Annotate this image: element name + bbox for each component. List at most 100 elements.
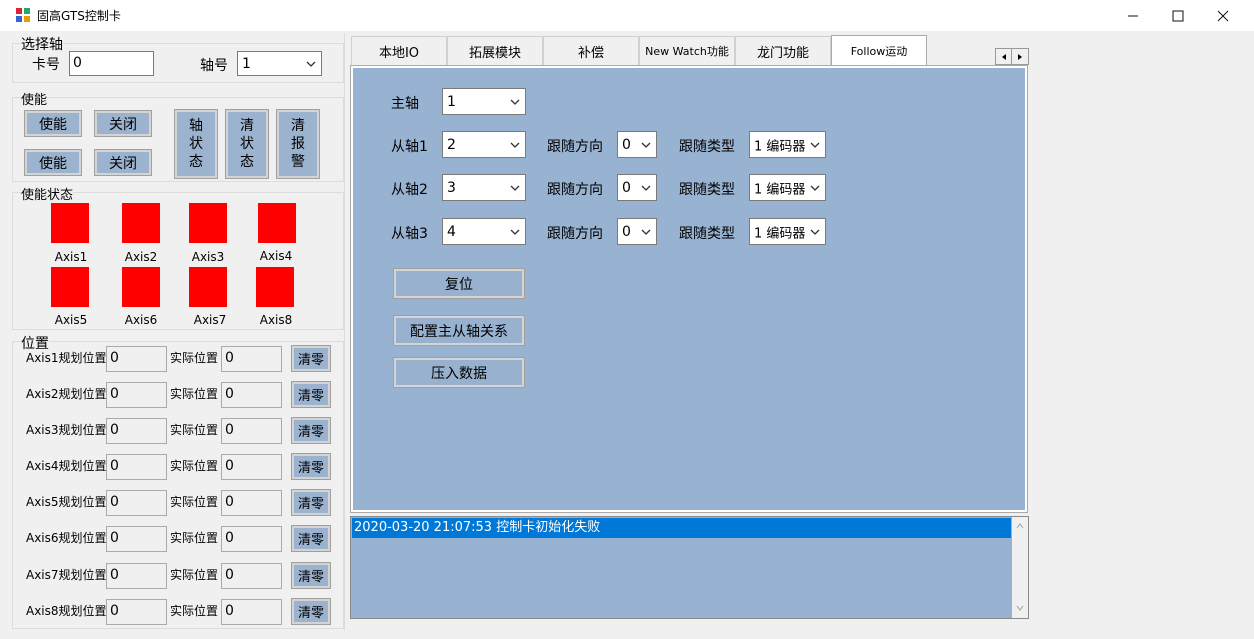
clear-status-char-3: 态	[240, 154, 254, 170]
chevron-down-icon	[810, 185, 820, 191]
axis2-status-indicator	[122, 203, 160, 243]
card-input[interactable]: 0	[69, 51, 154, 76]
axis8-clear-button[interactable]: 清零	[291, 598, 331, 625]
maximize-button[interactable]	[1155, 0, 1201, 31]
slave-axis1-type-select[interactable]: 1 编码器	[749, 131, 826, 158]
axis7-actual-position-field[interactable]: 0	[221, 563, 282, 589]
axis5-actual-position-field[interactable]: 0	[221, 490, 282, 516]
slave-axis3-direction-select[interactable]: 0	[617, 218, 657, 245]
slave-axis1-type-label: 跟随类型	[679, 139, 735, 155]
axis2-plan-position-field[interactable]: 0	[106, 382, 167, 408]
scroll-down-icon[interactable]	[1016, 605, 1024, 611]
axis3-plan-position-field[interactable]: 0	[106, 418, 167, 444]
axis5-actual-position-label: 实际位置	[170, 495, 219, 509]
minimize-button[interactable]	[1110, 0, 1156, 31]
enable-status-label: 使能状态	[21, 184, 74, 203]
axis6-status-indicator	[122, 267, 160, 307]
axis3-clear-button[interactable]: 清零	[291, 417, 331, 444]
log-scrollbar[interactable]	[1012, 517, 1028, 618]
chevron-down-icon	[641, 229, 651, 235]
caret-left-icon	[1001, 53, 1006, 60]
chevron-down-icon	[810, 142, 820, 148]
axis6-plan-position-label: Axis6规划位置	[26, 531, 107, 545]
axis7-status-indicator	[189, 267, 227, 307]
push-data-button[interactable]: 压入数据	[393, 357, 525, 388]
axis8-plan-position-field[interactable]: 0	[106, 599, 167, 625]
slave-axis3-type-select[interactable]: 1 编码器	[749, 218, 826, 245]
tab-scroll-left-button[interactable]	[996, 49, 1012, 64]
axis8-status-indicator	[256, 267, 294, 307]
slave-axis2-type-select[interactable]: 1 编码器	[749, 174, 826, 201]
chevron-down-icon	[810, 229, 820, 235]
axis-number-select[interactable]: 1	[237, 51, 322, 76]
axis6-plan-position-field[interactable]: 0	[106, 526, 167, 552]
slave-axis3-direction-value: 0	[622, 223, 631, 240]
chevron-down-icon	[641, 185, 651, 191]
axis6-actual-position-field[interactable]: 0	[221, 526, 282, 552]
slave-axis2-type-value: 1 编码器	[754, 182, 806, 197]
tab-compensation[interactable]: 补偿	[543, 36, 639, 65]
clear-status-char-2: 状	[240, 136, 254, 152]
axis7-label: Axis7	[193, 313, 227, 327]
clear-alarm-char-2: 报	[291, 136, 305, 152]
close-button[interactable]	[1200, 0, 1246, 31]
axis4-label: Axis4	[259, 249, 293, 263]
clear-alarm-button[interactable]: 清 报 警	[276, 109, 320, 179]
title-bar[interactable]: 固高GTS控制卡	[0, 0, 1254, 31]
axis4-clear-button[interactable]: 清零	[291, 453, 331, 480]
axis-status-char-2: 状	[189, 136, 203, 152]
axis2-plan-position-label: Axis2规划位置	[26, 387, 107, 401]
axis1-clear-button[interactable]: 清零	[291, 345, 331, 372]
close-icon	[1217, 10, 1229, 21]
axis7-plan-position-field[interactable]: 0	[106, 563, 167, 589]
axis1-actual-position-label: 实际位置	[170, 351, 219, 365]
slave-axis1-value: 2	[447, 136, 456, 153]
axis1-plan-position-field[interactable]: 0	[106, 346, 167, 372]
axis3-plan-position-label: Axis3规划位置	[26, 423, 107, 437]
axis2-actual-position-field[interactable]: 0	[221, 382, 282, 408]
tab-new-watch[interactable]: New Watch功能	[639, 36, 735, 65]
axis3-actual-position-field[interactable]: 0	[221, 418, 282, 444]
enable-group-label: 使能	[21, 89, 48, 108]
axis6-clear-button[interactable]: 清零	[291, 525, 331, 552]
slave-axis3-type-label: 跟随类型	[679, 226, 735, 242]
axis2-clear-button[interactable]: 清零	[291, 381, 331, 408]
chevron-down-icon	[510, 142, 520, 148]
scroll-up-icon[interactable]	[1016, 523, 1024, 529]
slave-axis3-select[interactable]: 4	[442, 218, 526, 245]
slave-axis2-label: 从轴2	[391, 182, 428, 198]
config-master-slave-button[interactable]: 配置主从轴关系	[393, 315, 525, 346]
slave-axis1-direction-select[interactable]: 0	[617, 131, 657, 158]
axis5-plan-position-field[interactable]: 0	[106, 490, 167, 516]
axis4-actual-position-field[interactable]: 0	[221, 454, 282, 480]
axis8-actual-position-field[interactable]: 0	[221, 599, 282, 625]
axis4-plan-position-field[interactable]: 0	[106, 454, 167, 480]
axis5-clear-button[interactable]: 清零	[291, 489, 331, 516]
enable-button-1[interactable]: 使能	[24, 110, 82, 137]
axis3-actual-position-label: 实际位置	[170, 423, 219, 437]
master-axis-select[interactable]: 1	[442, 88, 526, 115]
disable-button-2[interactable]: 关闭	[94, 149, 152, 176]
slave-axis3-value: 4	[447, 223, 456, 240]
reset-button[interactable]: 复位	[393, 268, 525, 299]
slave-axis2-select[interactable]: 3	[442, 174, 526, 201]
axis6-label: Axis6	[124, 313, 158, 327]
axis7-clear-button[interactable]: 清零	[291, 562, 331, 589]
clear-status-button[interactable]: 清 状 态	[225, 109, 269, 179]
tab-expansion-module[interactable]: 拓展模块	[447, 36, 543, 65]
slave-axis1-select[interactable]: 2	[442, 131, 526, 158]
caret-right-icon	[1017, 53, 1022, 60]
enable-button-2[interactable]: 使能	[24, 149, 82, 176]
disable-button-1[interactable]: 关闭	[94, 110, 152, 137]
slave-axis2-direction-select[interactable]: 0	[617, 174, 657, 201]
axis-status-button[interactable]: 轴 状 态	[174, 109, 218, 179]
tab-follow-motion[interactable]: Follow运动	[831, 35, 927, 66]
tab-gantry[interactable]: 龙门功能	[735, 36, 831, 65]
log-entry-selected[interactable]: 2020-03-20 21:07:53 控制卡初始化失败	[352, 518, 1011, 538]
log-listbox[interactable]: 2020-03-20 21:07:53 控制卡初始化失败	[350, 516, 1029, 619]
axis1-actual-position-field[interactable]: 0	[221, 346, 282, 372]
tab-local-io[interactable]: 本地IO	[351, 36, 447, 65]
axis5-label: Axis5	[54, 313, 88, 327]
tab-scroll-right-button[interactable]	[1012, 49, 1027, 64]
chevron-down-icon	[306, 61, 316, 67]
